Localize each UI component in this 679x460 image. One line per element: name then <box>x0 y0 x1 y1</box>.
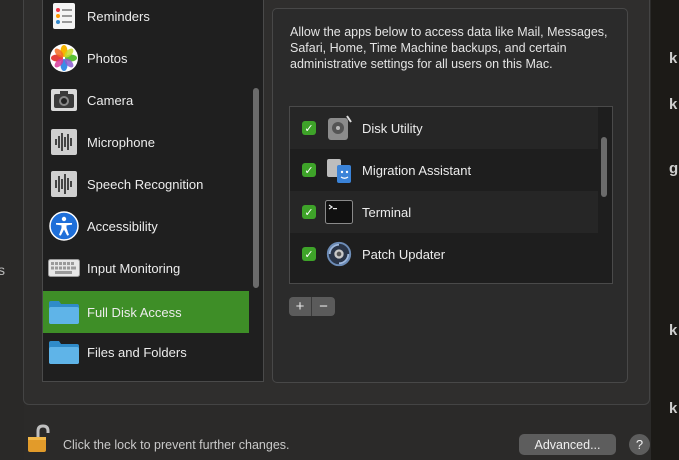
sidebar-item-label: Microphone <box>87 134 155 150</box>
partially-visible-app-icon <box>324 283 352 284</box>
photos-icon <box>48 42 80 74</box>
reminders-icon <box>48 0 80 32</box>
folder-icon <box>48 296 80 328</box>
patch-updater-icon <box>325 240 353 268</box>
app-list[interactable]: ✓ Disk Utility ✓ Migration Assistant ✓ T… <box>289 106 613 284</box>
app-row-patch-updater[interactable]: ✓ Patch Updater <box>290 233 598 275</box>
background-window-right: k k g k k <box>651 0 679 460</box>
add-remove-buttons: + − <box>289 297 335 316</box>
sidebar-item-speech-recognition[interactable]: Speech Recognition <box>43 163 249 205</box>
app-name: Patch Updater <box>362 246 446 262</box>
sidebar-item-label: Speech Recognition <box>87 176 204 192</box>
speech-recognition-icon <box>48 168 80 200</box>
background-text-fragment: g <box>669 160 679 177</box>
sidebar-scrollbar[interactable] <box>253 88 259 288</box>
app-row-disk-utility[interactable]: ✓ Disk Utility <box>290 107 598 149</box>
background-text-fragment: s <box>0 262 5 278</box>
background-text-fragment: k <box>669 50 678 67</box>
keyboard-icon <box>48 252 80 284</box>
accessibility-icon <box>48 210 80 242</box>
sidebar-item-input-monitoring[interactable]: Input Monitoring <box>43 247 249 289</box>
sidebar-item-label: Camera <box>87 92 134 108</box>
migration-assistant-icon <box>325 156 353 184</box>
sidebar-item-label: Photos <box>87 50 128 66</box>
sidebar-item-label: Accessibility <box>87 218 158 234</box>
background-text-fragment: k <box>669 400 678 417</box>
microphone-icon <box>48 126 80 158</box>
full-disk-access-pane: Allow the apps below to access data like… <box>272 8 628 383</box>
privacy-category-list[interactable]: Reminders Photos Camera Microphone Speec… <box>42 0 264 382</box>
sidebar-item-full-disk-access[interactable]: Full Disk Access <box>43 291 249 333</box>
lock-status-text: Click the lock to prevent further change… <box>63 438 290 452</box>
camera-icon <box>48 84 80 116</box>
sidebar-item-camera[interactable]: Camera <box>43 79 249 121</box>
app-checkbox[interactable]: ✓ <box>302 121 316 135</box>
sidebar-item-reminders[interactable]: Reminders <box>43 0 249 37</box>
sidebar-item-accessibility[interactable]: Accessibility <box>43 205 249 247</box>
app-name: Terminal <box>362 204 412 220</box>
app-checkbox[interactable]: ✓ <box>302 247 316 261</box>
app-checkbox[interactable]: ✓ <box>302 163 316 177</box>
app-checkbox[interactable]: ✓ <box>302 205 316 219</box>
terminal-icon <box>325 198 353 226</box>
app-name: Disk Utility <box>362 120 423 136</box>
app-name: Migration Assistant <box>362 162 472 178</box>
sidebar-item-photos[interactable]: Photos <box>43 37 249 79</box>
background-text-fragment: k <box>669 96 678 113</box>
add-app-button[interactable]: + <box>289 297 312 316</box>
sidebar-item-label: Input Monitoring <box>87 260 181 276</box>
advanced-button[interactable]: Advanced... <box>519 434 616 455</box>
app-row-migration-assistant[interactable]: ✓ Migration Assistant <box>290 149 598 191</box>
sidebar-item-label: Files and Folders <box>87 344 187 360</box>
access-description: Allow the apps below to access data like… <box>290 25 608 71</box>
background-window-left: s <box>0 0 24 460</box>
lock-icon[interactable] <box>26 424 52 454</box>
sidebar-item-label: Reminders <box>87 8 150 24</box>
sidebar-item-microphone[interactable]: Microphone <box>43 121 249 163</box>
remove-app-button[interactable]: − <box>312 297 335 316</box>
folder-icon <box>48 336 80 368</box>
disk-utility-icon <box>325 114 353 142</box>
background-text-fragment: k <box>669 322 678 339</box>
app-row-terminal[interactable]: ✓ Terminal <box>290 191 598 233</box>
app-list-scrollbar[interactable] <box>601 137 607 197</box>
help-button[interactable]: ? <box>629 434 650 455</box>
sidebar-item-files-and-folders[interactable]: Files and Folders <box>43 331 249 373</box>
sidebar-item-label: Full Disk Access <box>87 304 182 320</box>
